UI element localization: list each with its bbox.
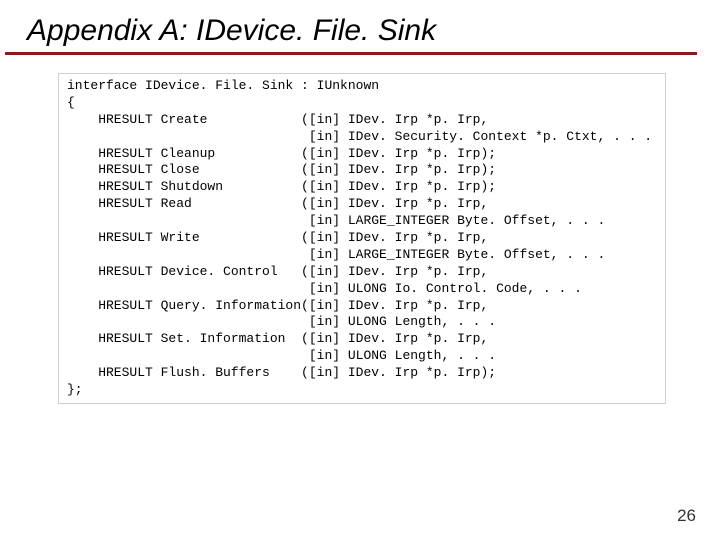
page-number: 26 — [677, 506, 696, 526]
code-line-6: [in] LARGE_INTEGER Byte. Offset, . . . — [67, 213, 605, 228]
code-close-brace: }; — [67, 382, 83, 397]
code-line-15: HRESULT Flush. Buffers ([in] IDev. Irp *… — [67, 365, 496, 380]
code-open-brace: { — [67, 95, 75, 110]
code-line-8: [in] LARGE_INTEGER Byte. Offset, . . . — [67, 247, 605, 262]
code-line-10: [in] ULONG Io. Control. Code, . . . — [67, 281, 582, 296]
code-line-11: HRESULT Query. Information([in] IDev. Ir… — [67, 298, 488, 313]
code-line-0: HRESULT Create ([in] IDev. Irp *p. Irp, — [67, 112, 488, 127]
code-line-1: [in] IDev. Security. Context *p. Ctxt, .… — [67, 129, 652, 144]
code-line-12: [in] ULONG Length, . . . — [67, 314, 496, 329]
code-header: interface IDevice. File. Sink : IUnknown — [67, 78, 379, 93]
code-line-5: HRESULT Read ([in] IDev. Irp *p. Irp, — [67, 196, 488, 211]
code-line-9: HRESULT Device. Control ([in] IDev. Irp … — [67, 264, 488, 279]
code-line-3: HRESULT Close ([in] IDev. Irp *p. Irp); — [67, 162, 496, 177]
code-block: interface IDevice. File. Sink : IUnknown… — [58, 73, 666, 404]
code-line-2: HRESULT Cleanup ([in] IDev. Irp *p. Irp)… — [67, 146, 496, 161]
code-line-4: HRESULT Shutdown ([in] IDev. Irp *p. Irp… — [67, 179, 496, 194]
page-title: Appendix A: IDevice. File. Sink — [5, 0, 697, 55]
code-line-7: HRESULT Write ([in] IDev. Irp *p. Irp, — [67, 230, 488, 245]
code-line-14: [in] ULONG Length, . . . — [67, 348, 496, 363]
code-line-13: HRESULT Set. Information ([in] IDev. Irp… — [67, 331, 488, 346]
